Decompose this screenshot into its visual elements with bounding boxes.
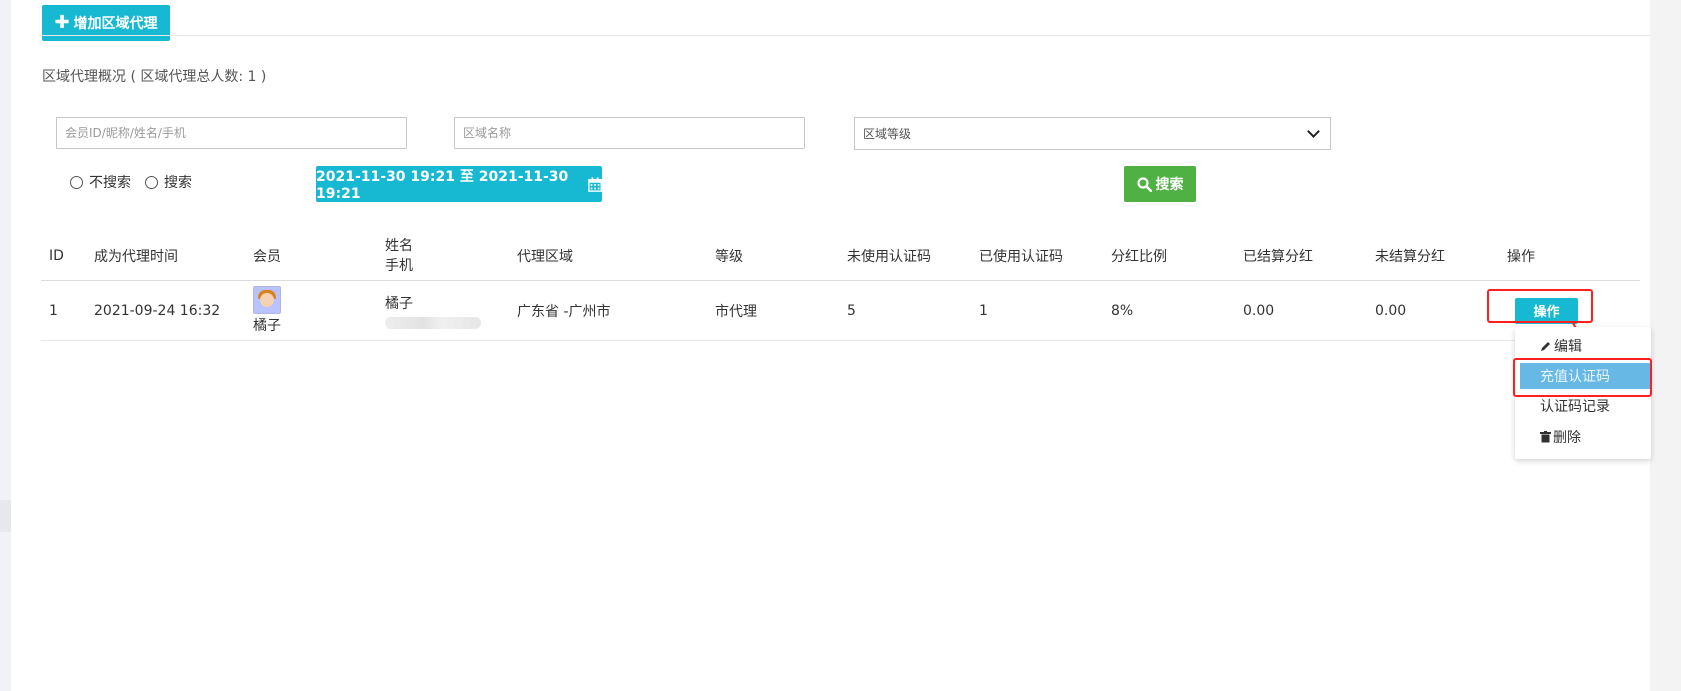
col-unsettled: 未结算分红 [1375,248,1445,265]
left-sidebar-edge [0,0,11,691]
agent-summary: 区域代理概况 ( 区域代理总人数: 1 ) [42,69,267,85]
search-button-label: 搜索 [1155,177,1184,193]
radio-search[interactable]: 搜索 [145,172,192,192]
table-header-row: ID 成为代理时间 会员 姓名 手机 代理区域 等级 未使用认证码 已使用认证码… [41,231,1640,281]
col-settled: 已结算分红 [1243,248,1313,265]
highlight-box-operations [1487,289,1593,323]
cell-used-codes: 1 [979,302,988,319]
radio-no-search[interactable]: 不搜索 [70,172,131,192]
avatar [253,286,281,314]
col-level: 等级 [715,248,743,265]
region-level-selected: 区域等级 [863,127,912,141]
toolbar-divider [42,35,1650,36]
region-level-select[interactable]: 区域等级 [854,117,1331,150]
col-ratio: 分红比例 [1111,248,1167,265]
agent-table: ID 成为代理时间 会员 姓名 手机 代理区域 等级 未使用认证码 已使用认证码… [41,231,1640,341]
table-row: 1 2021-09-24 16:32 橘子 橘子 广东省 -广州市 市代理 5 … [41,281,1640,341]
date-range-value: 2021-11-30 19:21 至 2021-11-30 19:21 [316,169,569,202]
left-sidebar-notch [0,500,11,532]
plus-icon: ✚ [54,12,70,33]
cell-settled: 0.00 [1243,302,1275,319]
col-name: 姓名 [385,237,413,254]
col-phone: 手机 [385,257,413,274]
member-nickname: 橘子 [253,318,281,334]
cell-agent-time: 2021-09-24 16:32 [94,302,221,319]
search-icon [1136,176,1152,192]
cell-region: 广东省 -广州市 [517,303,611,320]
col-agent-time: 成为代理时间 [94,248,178,265]
member-search-input[interactable] [56,117,407,149]
radio-no-search-label: 不搜索 [89,175,131,191]
pencil-icon [1541,342,1550,351]
calendar-icon [588,176,602,192]
menu-item-records-label: 认证码记录 [1540,399,1610,415]
highlight-box-recharge [1513,358,1652,397]
cell-unused-codes: 5 [847,302,856,319]
right-page-edge [1650,0,1681,691]
cell-name: 橘子 [385,295,413,312]
menu-item-edit[interactable]: 编辑 [1515,333,1651,359]
cell-name-phone: 橘子 [377,281,509,341]
radio-search-label: 搜索 [164,175,192,191]
menu-item-delete-label: 删除 [1553,430,1581,446]
phone-redacted [385,316,481,329]
col-ops: 操作 [1507,248,1535,265]
region-name-input[interactable] [454,117,805,149]
cell-member: 橘子 [245,281,377,341]
radio-circle-icon [70,175,83,189]
trash-icon [1540,431,1551,443]
col-name-phone: 姓名 手机 [377,231,509,281]
cell-id: 1 [49,302,58,319]
cell-level: 市代理 [715,303,757,320]
cell-unsettled: 0.00 [1375,302,1407,319]
cell-ratio: 8% [1111,302,1134,319]
menu-item-delete[interactable]: 删除 [1515,424,1651,450]
col-used-codes: 已使用认证码 [979,248,1063,265]
chevron-down-icon [1307,125,1320,138]
date-range-picker[interactable]: 2021-11-30 19:21 至 2021-11-30 19:21 [316,166,602,202]
col-id: ID [49,247,64,264]
radio-circle-icon [145,175,158,189]
search-button[interactable]: 搜索 [1124,166,1196,202]
col-region: 代理区域 [517,248,573,265]
time-search-radio-group: 不搜索 搜索 [70,172,206,192]
add-region-agent-label: 增加区域代理 [73,16,158,32]
col-member: 会员 [253,248,281,265]
menu-item-edit-label: 编辑 [1554,339,1582,355]
col-unused-codes: 未使用认证码 [847,248,931,265]
